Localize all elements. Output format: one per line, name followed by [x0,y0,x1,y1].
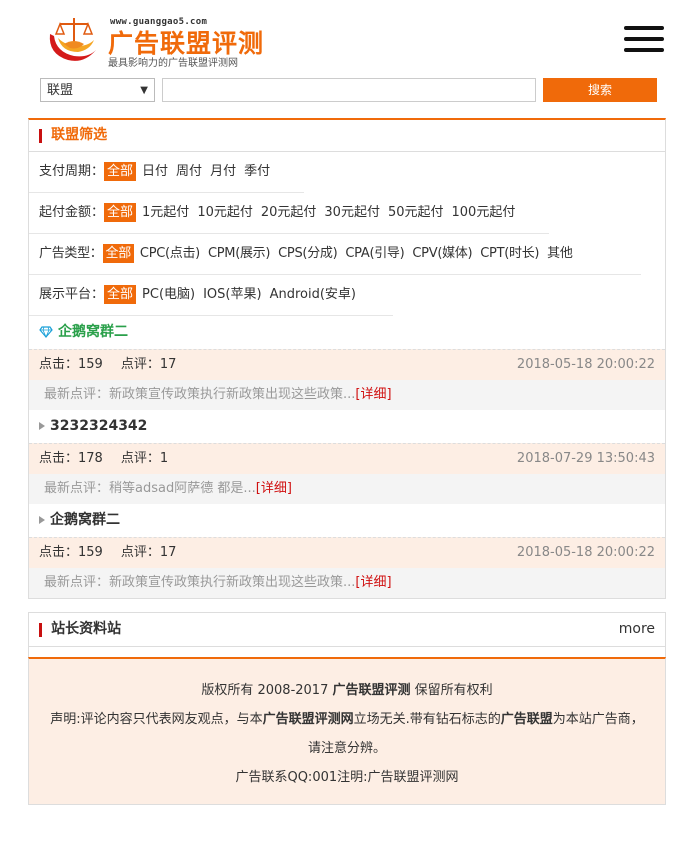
item-title[interactable]: 企鹅窝群二 [29,316,665,349]
filter-row-platform: 展示平台： 全部 PC(电脑) IOS(苹果) Android(安卓) [29,275,393,316]
comment-count: 点评：1 [120,451,169,466]
filter-title: 联盟筛选 [51,127,108,143]
filter-label: 起付金额： [39,205,105,220]
hamburger-menu-icon[interactable] [624,26,664,56]
click-count: 点击：159 [39,357,103,372]
filter-option[interactable]: 30元起付 [324,205,380,220]
search-button[interactable]: 搜索 [543,78,657,102]
filter-option[interactable]: 周付 [176,164,202,179]
item-date: 2018-05-18 20:00:22 [516,545,655,560]
filter-option[interactable]: Android(安卓) [270,287,356,302]
comment-count: 点评：17 [120,357,177,372]
click-count: 点击：178 [39,451,103,466]
filter-option[interactable]: 全部 [104,203,137,222]
filter-option[interactable]: CPT(时长) [480,246,539,261]
item-review: 最新点评：新政策宣传政策执行新政策出现这些政策...[详细] [29,380,665,410]
more-link[interactable]: more [619,613,655,646]
item-title[interactable]: 3232324342 [29,410,665,443]
review-text: 最新点评：新政策宣传政策执行新政策出现这些政策... [44,575,356,590]
filter-option[interactable]: CPS(分成) [278,246,338,261]
filter-option[interactable]: 季付 [244,164,270,179]
detail-link[interactable]: [详细] [256,481,292,496]
resources-panel: 站长资料站 more [28,612,666,658]
dropdown-arrow-icon: ▼ [140,85,148,96]
filter-row-ad-type: 广告类型： 全部 CPC(点击) CPM(展示) CPS(分成) CPA(引导) CPV(媒… [29,234,641,275]
site-logo[interactable]: www.guanggao5.com 广告联盟评测 最具影响力的广告联盟评测网 [44,14,284,69]
filter-option[interactable]: CPA(引导) [345,246,404,261]
filter-option[interactable]: 20元起付 [261,205,317,220]
filter-option[interactable]: 月付 [210,164,236,179]
filter-option[interactable]: PC(电脑) [142,287,195,302]
detail-link[interactable]: [详细] [355,387,391,402]
footer-contact: 广告联系QQ:001注明:广告联盟评测网 [235,770,459,785]
footer-disclaimer: 声明:评论内容只代表网友观点，与本广告联盟评测网立场无关.带有钻石标志的广告联盟… [50,712,644,727]
footer: 版权所有 2008-2017 广告联盟评测 保留所有权利 声明:评论内容只代表网… [28,657,666,805]
click-count: 点击：159 [39,545,103,560]
filter-option[interactable]: 10元起付 [197,205,253,220]
item-title-text: 企鹅窝群二 [58,324,128,340]
item-stats: 点击：178 点评：1 2018-07-29 13:50:43 [29,443,665,474]
filter-label: 展示平台： [39,287,105,302]
filter-option[interactable]: 100元起付 [452,205,516,220]
footer-notice: 请注意分辨。 [307,741,386,756]
item-title-text: 3232324342 [50,418,148,434]
filter-option[interactable]: 其他 [547,246,573,261]
review-text: 最新点评：新政策宣传政策执行新政策出现这些政策... [44,387,356,402]
item-title-text: 企鹅窝群二 [50,512,120,528]
item-stats: 点击：159 点评：17 2018-05-18 20:00:22 [29,537,665,568]
handshake-scale-logo-icon [49,18,96,61]
search-input[interactable] [162,78,536,102]
triangle-right-icon [39,422,45,430]
filter-panel: 联盟筛选 支付周期： 全部 日付 周付 月付 季付 起付金额： 全部 1元起付 10元起付 20元… [28,118,666,599]
logo-slogan: 最具影响力的广告联盟评测网 [108,58,238,69]
item-stats: 点击：159 点评：17 2018-05-18 20:00:22 [29,349,665,380]
filter-row-min-payment: 起付金额： 全部 1元起付 10元起付 20元起付 30元起付 50元起付 100元起付 [29,193,549,234]
filter-option[interactable]: 日付 [142,164,168,179]
search-bar: 联盟 ▼ 搜索 [40,78,660,104]
filter-option[interactable]: CPV(媒体) [412,246,472,261]
filter-option[interactable]: IOS(苹果) [203,287,261,302]
item-date: 2018-07-29 13:50:43 [516,451,655,466]
resources-title: 站长资料站 [51,621,122,637]
filter-label: 支付周期： [39,164,105,179]
item-date: 2018-05-18 20:00:22 [516,357,655,372]
header: www.guanggao5.com 广告联盟评测 最具影响力的广告联盟评测网 [0,0,694,72]
filter-option[interactable]: 全部 [102,244,134,263]
filter-option[interactable]: CPM(展示) [208,246,270,261]
comment-count: 点评：17 [120,545,177,560]
section-marker [39,128,42,143]
detail-link[interactable]: [详细] [355,575,391,590]
filter-option[interactable]: 全部 [104,285,137,304]
review-text: 最新点评：稍等adsad阿萨德 都是... [44,481,256,496]
item-review: 最新点评：新政策宣传政策执行新政策出现这些政策...[详细] [29,568,665,598]
filter-row-pay-cycle: 支付周期： 全部 日付 周付 月付 季付 [29,152,304,193]
item-review: 最新点评：稍等adsad阿萨德 都是...[详细] [29,474,665,504]
section-marker [39,622,42,637]
footer-copyright: 版权所有 2008-2017 广告联盟评测 保留所有权利 [201,683,493,698]
filter-header: 联盟筛选 [29,120,665,152]
item-title[interactable]: 企鹅窝群二 [29,504,665,537]
filter-option[interactable]: CPC(点击) [140,246,200,261]
filter-label: 广告类型： [39,246,103,261]
search-category-value: 联盟 [47,83,74,98]
filter-option[interactable]: 全部 [104,162,137,181]
filter-option[interactable]: 1元起付 [142,205,189,220]
search-category-select[interactable]: 联盟 ▼ [40,78,155,102]
diamond-icon [39,326,53,338]
triangle-right-icon [39,516,45,524]
resources-header: 站长资料站 more [29,613,665,647]
filter-option[interactable]: 50元起付 [388,205,444,220]
